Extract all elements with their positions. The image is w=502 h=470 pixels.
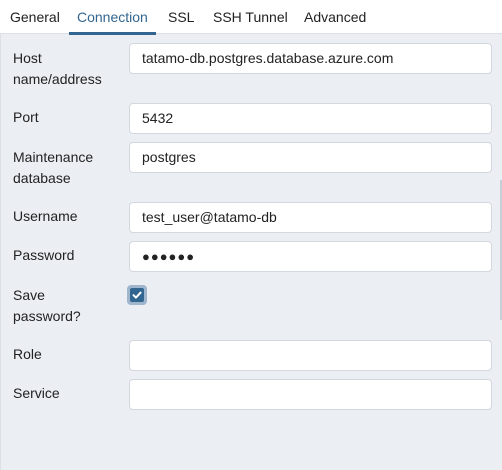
maintenance-db-label-line1: Maintenance [13,149,94,165]
port-label: Port [13,109,39,125]
maintenance-db-label: Maintenance database [13,147,123,189]
tab-ssl[interactable]: SSL [168,0,194,34]
tab-connection[interactable]: Connection [69,0,156,35]
save-password-checkbox[interactable] [127,285,147,305]
service-input[interactable] [129,379,492,410]
save-password-label: Save password? [13,285,123,327]
password-label: Password [13,247,75,263]
role-label: Role [13,346,42,362]
host-input[interactable]: tatamo-db.postgres.database.azure.com [129,43,492,74]
check-icon [132,291,142,299]
role-input[interactable] [129,340,492,371]
port-input[interactable]: 5432 [129,103,492,134]
panel-left-border [0,34,1,470]
service-label: Service [13,385,60,401]
maintenance-db-label-line2: database [13,170,71,186]
save-password-label-line2: password? [13,308,81,324]
tab-ssh-tunnel[interactable]: SSH Tunnel [213,0,288,34]
host-label-line2: name/address [13,71,102,87]
host-label: Host name/address [13,48,123,90]
tab-general[interactable]: General [10,0,60,34]
tab-bar: General Connection SSL SSH Tunnel Advanc… [0,0,502,35]
password-input[interactable]: ●●●●●● [129,241,492,272]
host-label-line1: Host [13,50,42,66]
username-label: Username [13,208,78,224]
maintenance-db-input[interactable]: postgres [129,142,492,173]
save-password-label-line1: Save [13,287,45,303]
username-input[interactable]: test_user@tatamo-db [129,202,492,233]
tab-advanced[interactable]: Advanced [304,0,366,34]
